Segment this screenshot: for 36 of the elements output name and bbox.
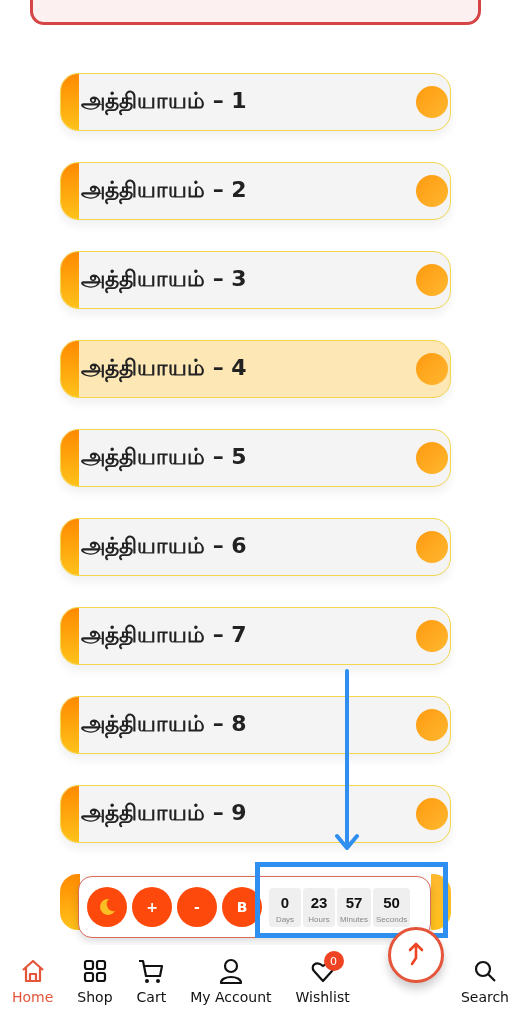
chapter-row[interactable]: அத்தியாயம் – 6 [60,518,451,576]
circle-icon [416,175,448,207]
row-edge [60,874,80,930]
nav-item[interactable]: Cart [136,949,167,1024]
circle-icon [416,353,448,385]
count-badge: 0 [323,951,344,971]
scroll-top-button[interactable] [388,927,444,983]
circle-icon [416,86,448,118]
nav-item[interactable]: My Account [190,949,272,1024]
chapter-row[interactable]: அத்தியாயம் – 9 [60,785,451,843]
chapter-row[interactable]: அத்தியாயம் – 5 [60,429,451,487]
nav-item[interactable]: Shop [77,949,113,1024]
grid-icon [81,958,108,984]
cart-icon [137,957,166,985]
countdown-cell: 57 Minutes [337,887,371,927]
circle-icon [416,620,448,652]
chapter-row[interactable]: அத்தியாயம் – 8 [60,696,451,754]
user-icon [217,957,244,985]
circle-icon [416,442,448,474]
countdown-cell: 50 Seconds [373,887,411,927]
moon-icon [97,897,117,917]
dark-mode-button[interactable] [87,887,127,927]
circle-icon [416,531,448,563]
countdown-cell: 0 Days [269,887,301,927]
circle-icon [416,798,448,830]
nav-item[interactable]: Search [460,949,509,1024]
circle-icon [416,264,448,296]
nav-item[interactable]: 0 Wishlist [295,949,350,1024]
countdown-cell: 23 Hours [303,887,335,927]
chapter-row[interactable]: அத்தியாயம் – 2 [60,162,451,220]
chapter-row[interactable]: அத்தியாயம் – 3 [60,251,451,309]
nav-item[interactable]: Home [12,949,54,1024]
chapter-row[interactable]: அத்தியாயம் – 4 [60,340,451,398]
circle-icon [416,709,448,741]
chapter-row[interactable]: அத்தியாயம் – 1 [60,73,451,131]
chapter-row[interactable]: அத்தியாயம் – 7 [60,607,451,665]
